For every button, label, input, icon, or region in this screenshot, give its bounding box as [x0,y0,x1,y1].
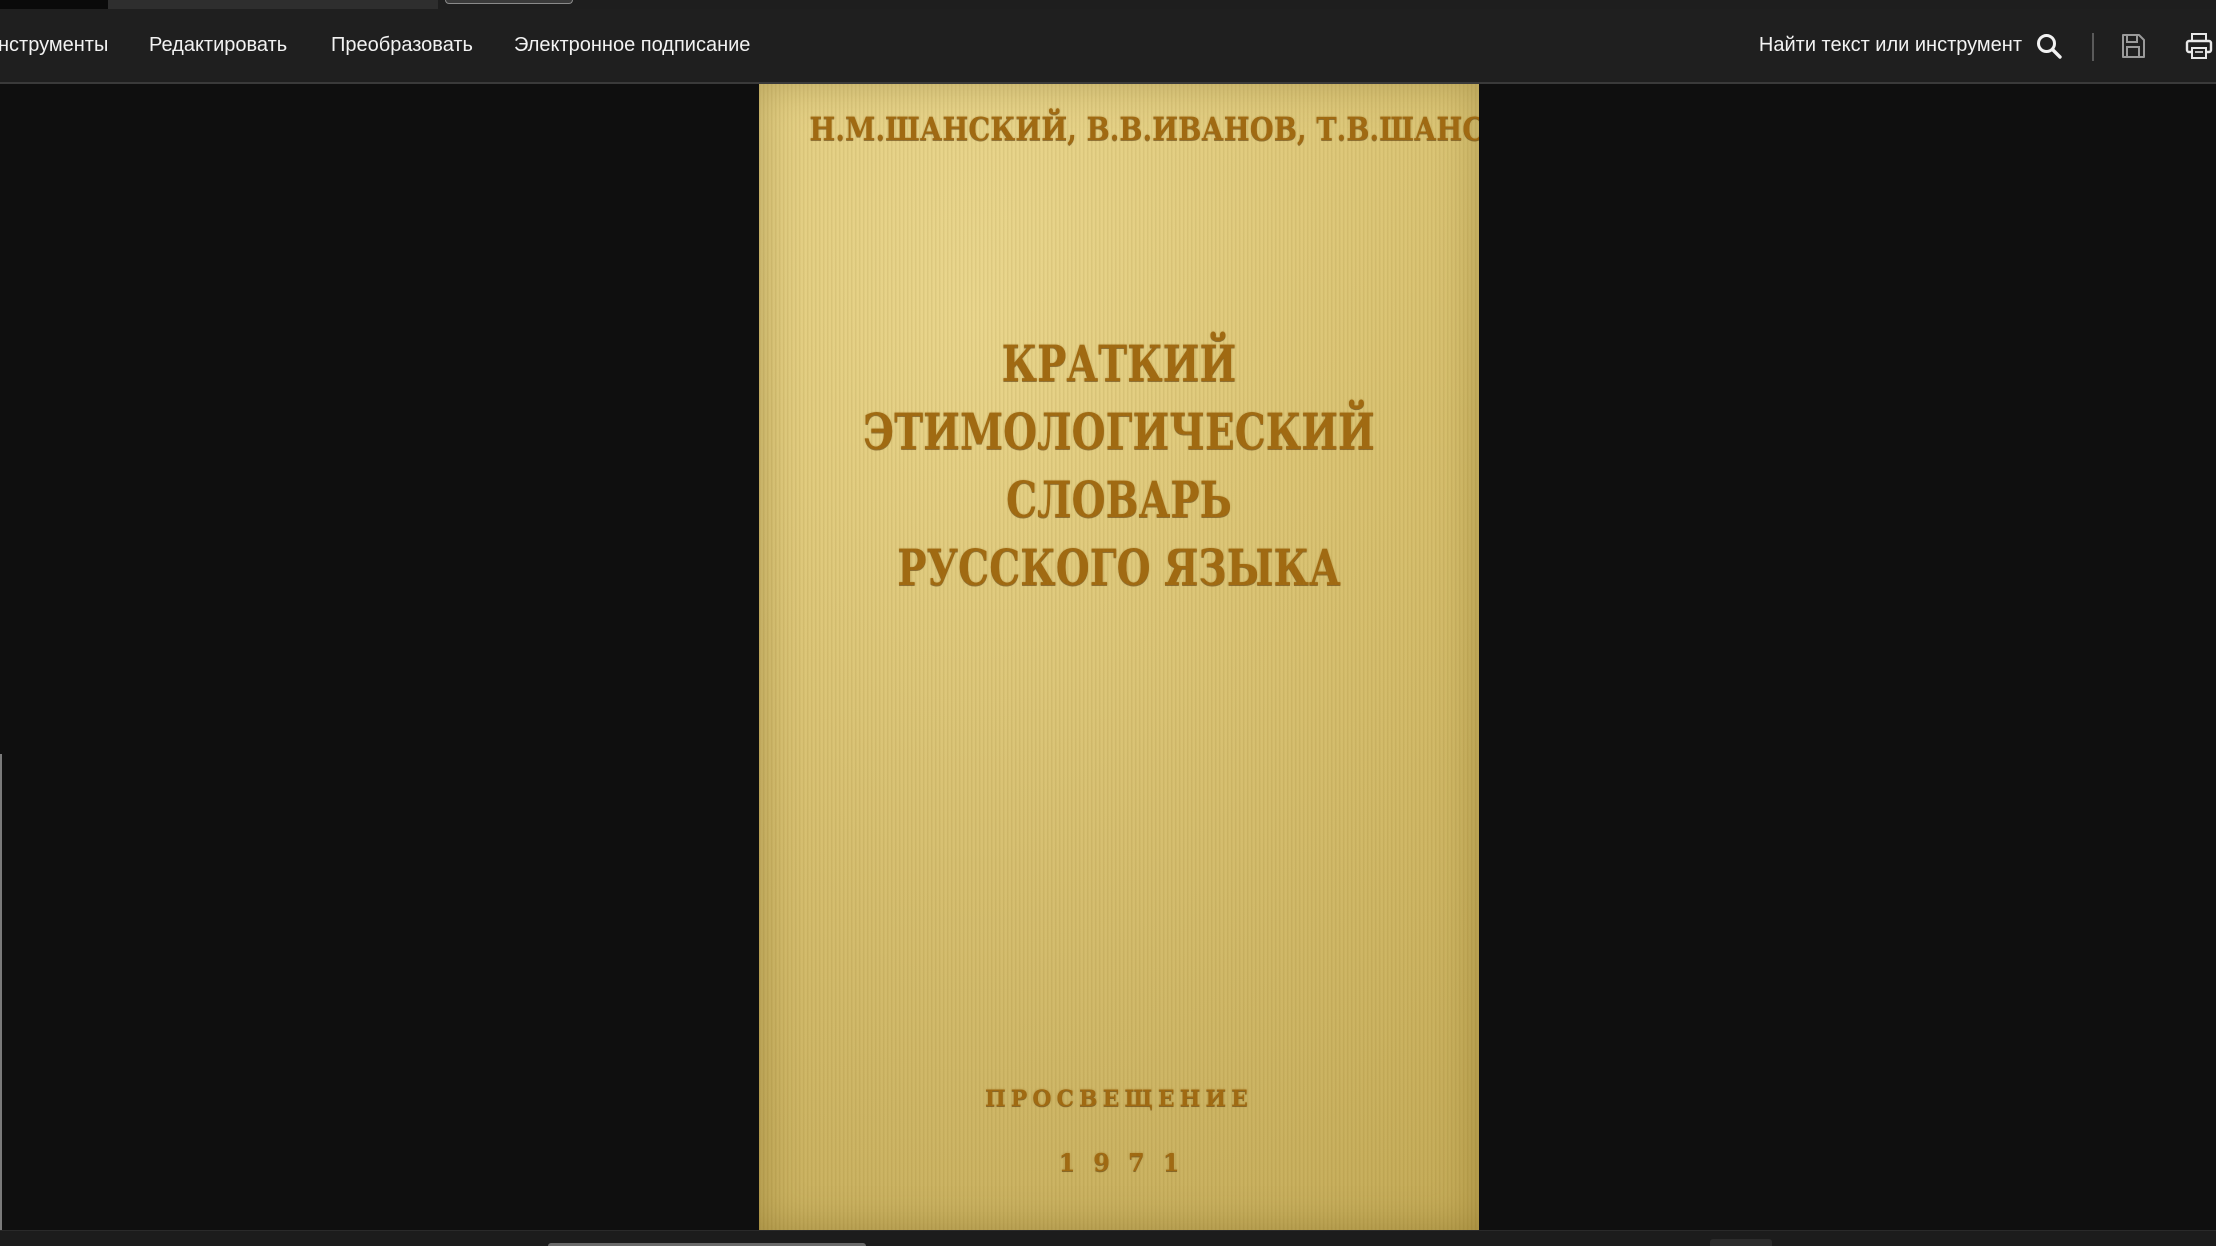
menu-edit[interactable]: Редактировать [149,9,287,82]
pdf-viewer-app: нструменты Редактировать Преобразовать Э… [0,0,2216,1246]
cover-title-line: РУССКОГО ЯЗЫКА [897,538,1341,597]
bottom-bar [0,1230,2216,1246]
save-icon[interactable] [2118,31,2148,61]
main-toolbar: нструменты Редактировать Преобразовать Э… [0,9,2216,84]
menu-e-sign[interactable]: Электронное подписание [514,9,750,82]
bottom-tab[interactable] [1710,1239,1772,1246]
search-icon[interactable] [2034,31,2064,61]
cover-title-line: СЛОВАРЬ [1006,470,1232,529]
menu-convert[interactable]: Преобразовать [331,9,473,82]
left-panel-edge[interactable] [0,754,2,1246]
cover-title-line: КРАТКИЙ [1001,334,1237,393]
menu-tools[interactable]: нструменты [0,9,108,82]
tab-strip [0,0,2216,9]
tab-strip-left [0,0,108,9]
pdf-page[interactable]: Н.М.ШАНСКИЙ, В.В.ИВАНОВ, Т.В.ШАНСКАЯ КРА… [759,84,1479,1230]
print-icon[interactable] [2184,31,2214,61]
cover-title: КРАТКИЙ ЭТИМОЛОГИЧЕСКИЙ СЛОВАРЬ РУССКОГО… [838,330,1400,602]
cover-authors: Н.М.ШАНСКИЙ, В.В.ИВАНОВ, Т.В.ШАНСКАЯ [809,110,1479,148]
find-text-or-tool[interactable]: Найти текст или инструмент [1759,9,2022,82]
tab-indicator[interactable] [445,0,573,4]
toolbar-divider [2092,33,2094,61]
active-tab[interactable] [108,0,438,9]
cover-year: 1971 [1058,1148,1198,1177]
cover-title-line: ЭТИМОЛОГИЧЕСКИЙ [863,402,1375,461]
cover-publisher: ПРОСВЕЩЕНИЕ [985,1086,1253,1112]
document-viewport[interactable]: Н.М.ШАНСКИЙ, В.В.ИВАНОВ, Т.В.ШАНСКАЯ КРА… [0,84,2216,1246]
